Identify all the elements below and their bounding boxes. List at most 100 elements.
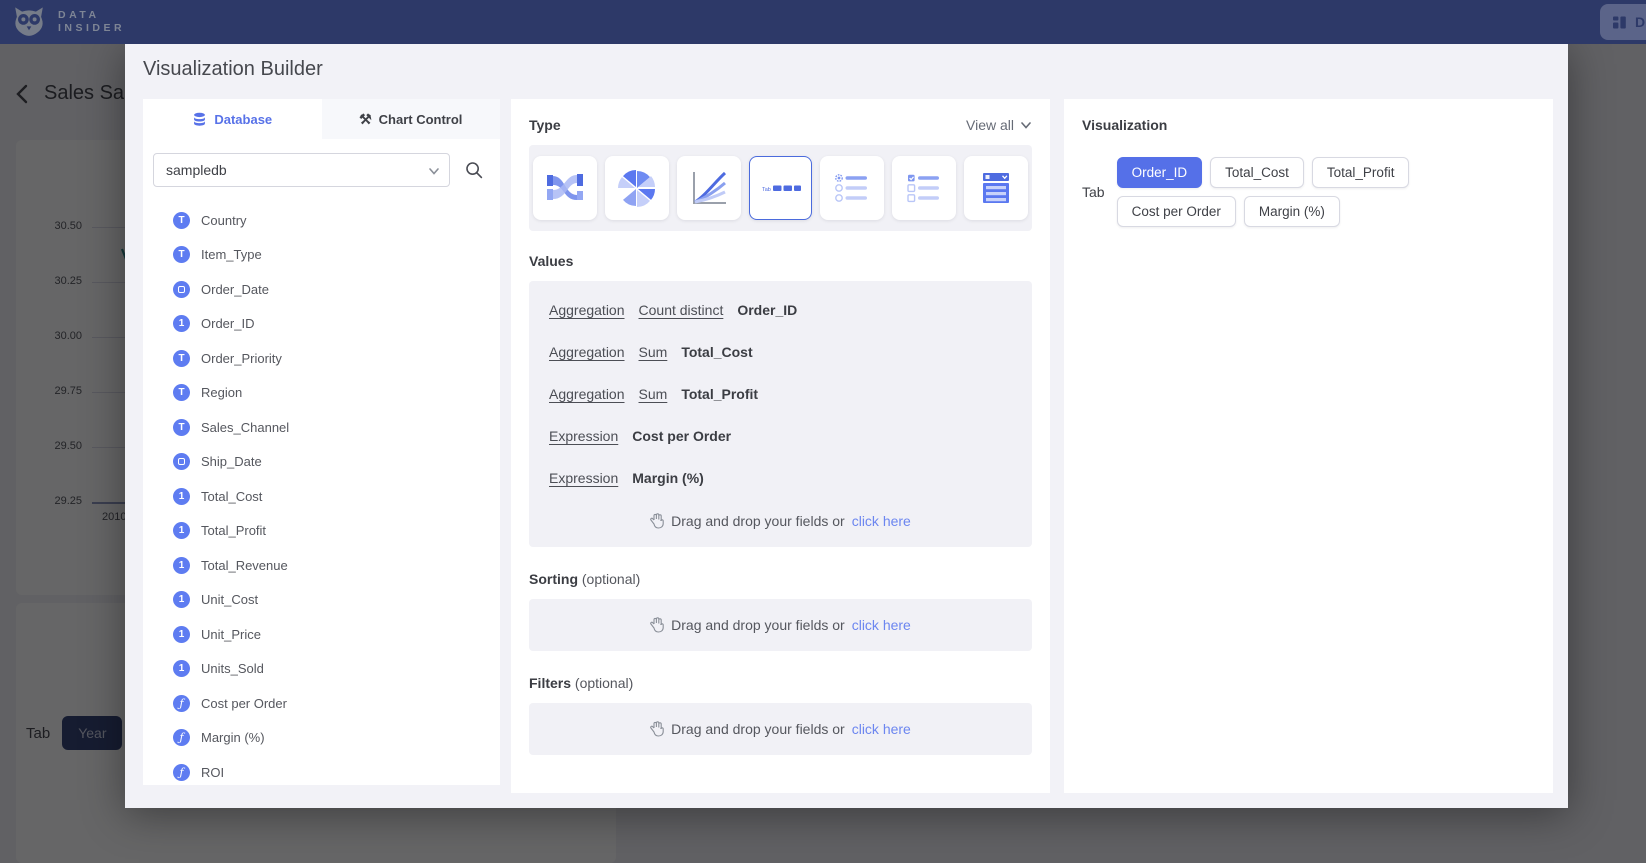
view-all-button[interactable]: View all [966,117,1032,133]
field-label: Unit_Cost [201,592,258,607]
sorting-section-title: Sorting (optional) [529,571,1032,587]
dashboards-button[interactable]: D [1600,4,1646,40]
function-type-icon: ƒ [173,764,190,781]
search-fields-button[interactable] [464,160,484,180]
field-label: Units_Sold [201,661,264,676]
database-icon [192,112,207,127]
filters-dropzone: Drag and drop your fields or click here [650,721,911,737]
database-select[interactable]: sampledb [153,153,450,187]
field-item-Ship_Date[interactable]: Ship_Date [173,445,500,480]
field-item-Country[interactable]: TCountry [173,203,500,238]
brand-logo[interactable]: DATA INSIDER [0,3,125,41]
viz-tab-Order_ID[interactable]: Order_ID [1117,157,1203,188]
sorting-box: Drag and drop your fields or click here [529,599,1032,651]
dropdown-list-icon [974,166,1018,210]
filters-box: Drag and drop your fields or click here [529,703,1032,755]
chart-type-dropdown[interactable] [964,156,1028,220]
number-type-icon: 1 [173,522,190,539]
field-item-Total_Cost[interactable]: 1Total_Cost [173,479,500,514]
type-section-title: Type [529,117,561,133]
field-label: Cost per Order [201,696,287,711]
chart-type-strip: Tab [529,145,1032,231]
field-label: Total_Cost [201,489,262,504]
field-item-Total_Revenue[interactable]: 1Total_Revenue [173,548,500,583]
source-tabs: Database ⚒ Chart Control [143,99,500,139]
drag-hand-icon [650,513,664,529]
number-type-icon: 1 [173,315,190,332]
tab-database[interactable]: Database [143,99,322,139]
brand-name: DATA INSIDER [58,9,125,35]
svg-text:Tab: Tab [762,187,771,193]
chart-type-checkbox-list[interactable] [892,156,956,220]
viz-tab-Margin (%)[interactable]: Margin (%) [1244,196,1340,227]
visualization-title: Visualization [1082,117,1535,133]
field-item-Unit_Price[interactable]: 1 Unit_Price [173,617,500,652]
field-label: Order_Date [201,282,269,297]
field-label: Margin (%) [201,730,265,745]
number-type-icon: 1 [173,626,190,643]
number-type-icon: 1 [173,591,190,608]
search-icon [464,160,484,180]
value-link-Aggregation[interactable]: Aggregation [549,302,625,318]
tools-icon: ⚒ [359,112,372,126]
filters-section-title: Filters (optional) [529,675,1032,691]
field-item-Unit_Cost[interactable]: 1 Unit_Cost [173,583,500,618]
value-link-Aggregation[interactable]: Aggregation [549,386,625,402]
value-field-name[interactable]: Order_ID [737,302,797,318]
value-link-Count distinct[interactable]: Count distinct [639,302,724,318]
field-item-Margin (%)[interactable]: ƒ Margin (%) [173,721,500,756]
field-item-Region[interactable]: TRegion [173,376,500,411]
date-glyph [178,286,185,293]
field-item-Cost per Order[interactable]: ƒ Cost per Order [173,686,500,721]
viz-tab-Cost per Order[interactable]: Cost per Order [1117,196,1236,227]
value-row: Expression Margin (%) [549,457,1012,499]
chart-type-radio-list[interactable] [820,156,884,220]
value-link-Sum[interactable]: Sum [639,386,668,402]
values-rows: Aggregation Count distinct Order_ID Aggrega… [549,289,1012,499]
field-label: Unit_Price [201,627,261,642]
viz-tab-buttons: Order_IDTotal_Cost Total_Profit Cost per O… [1117,157,1535,227]
field-label: Order_Priority [201,351,282,366]
value-field-name[interactable]: Total_Cost [681,344,752,360]
datasource-panel: Database ⚒ Chart Control sampledb TCo [143,99,500,785]
function-type-icon: ƒ [173,729,190,746]
visualization-builder-modal: Visualization Builder Database ⚒ Chart C… [125,44,1568,808]
field-item-Order_Priority[interactable]: T Order_Priority [173,341,500,376]
dropzone-click-here-link[interactable]: click here [852,721,911,737]
values-dropzone: Drag and drop your fields or click here [549,499,1012,535]
value-row: Aggregation Sum Total_Profit [549,373,1012,415]
value-link-Aggregation[interactable]: Aggregation [549,344,625,360]
text-type-icon: T [173,212,190,229]
sorting-optional-suffix: (optional) [582,571,640,587]
value-field-name[interactable]: Cost per Order [632,428,731,444]
field-item-Sales_Channel[interactable]: TSales_Channel [173,410,500,445]
text-type-icon: T [173,350,190,367]
chart-type-tab[interactable]: Tab [749,156,813,220]
value-link-Sum[interactable]: Sum [639,344,668,360]
field-item-Total_Profit[interactable]: 1Total_Profit [173,514,500,549]
number-type-icon: 1 [173,557,190,574]
field-item-Order_Date[interactable]: Order_Date [173,272,500,307]
value-field-name[interactable]: Margin (%) [632,470,704,486]
viz-tab-Total_Profit[interactable]: Total_Profit [1312,157,1410,188]
field-item-Item_Type[interactable]: TItem_Type [173,238,500,273]
tab-database-label: Database [214,112,272,127]
chart-type-pie[interactable] [605,156,669,220]
function-type-icon: ƒ [173,695,190,712]
field-item-Order_ID[interactable]: 1Order_ID [173,307,500,342]
dropzone-click-here-link[interactable]: click here [852,617,911,633]
chart-type-line[interactable] [677,156,741,220]
date-type-icon [173,281,190,298]
value-link-Expression[interactable]: Expression [549,470,618,486]
value-row: Expression Cost per Order [549,415,1012,457]
dropzone-click-here-link[interactable]: click here [852,513,911,529]
field-item-ROI[interactable]: ƒROI [173,755,500,790]
viz-tab-Total_Cost[interactable]: Total_Cost [1210,157,1304,188]
dropzone-text: Drag and drop your fields or [671,721,845,737]
field-item-Units_Sold[interactable]: 1Units_Sold [173,652,500,687]
tab-chart-control[interactable]: ⚒ Chart Control [322,99,501,139]
chart-type-sankey[interactable] [533,156,597,220]
value-field-name[interactable]: Total_Profit [681,386,758,402]
text-type-icon: T [173,384,190,401]
value-link-Expression[interactable]: Expression [549,428,618,444]
